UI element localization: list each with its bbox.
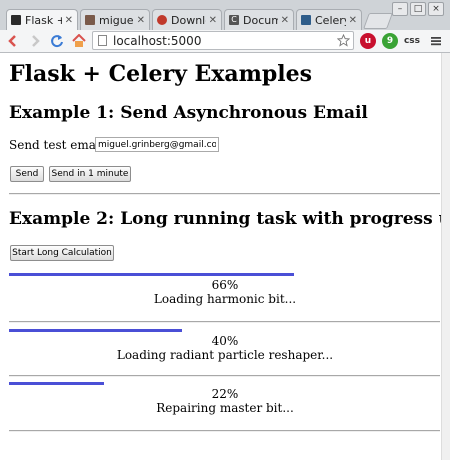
close-icon[interactable]: ✕ (349, 15, 357, 26)
page-icon (98, 35, 107, 46)
window-controls: – □ × (392, 2, 444, 16)
divider (9, 430, 440, 432)
back-arrow-icon (8, 35, 16, 47)
progress-status: Repairing master bit... (156, 401, 294, 415)
progress-bar (9, 382, 441, 386)
progress-status: Loading harmonic bit... (153, 292, 297, 306)
close-icon[interactable]: ✕ (65, 15, 73, 26)
tab-flask[interactable]: Flask + ✕ (6, 9, 78, 30)
tab-label: Downlo (171, 13, 206, 27)
example1-heading: Example 1: Send Asynchronous Email (9, 103, 368, 123)
tab-label: Flask + (25, 13, 62, 27)
green-extension-icon[interactable]: 9 (382, 33, 398, 49)
address-bar[interactable]: localhost:5000 (92, 31, 354, 50)
avatar-icon (85, 15, 95, 25)
home-icon (72, 34, 86, 47)
progress-status: Loading radiant particle reshaper... (116, 348, 334, 362)
progress-percent: 66% (211, 278, 239, 292)
send-later-button[interactable]: Send in 1 minute (49, 166, 131, 182)
progress-fill (9, 382, 104, 385)
email-field[interactable] (95, 137, 219, 152)
browser-window: Flask + ✕ miguel ✕ Downlo ✕ C Docum ✕ Ce… (0, 0, 450, 460)
doc-c-icon: C (229, 15, 239, 25)
tab-label: Celery (315, 13, 346, 27)
divider (9, 193, 440, 195)
tab-label: Docum (243, 13, 278, 27)
doc-page-icon (301, 15, 311, 25)
progress-percent: 40% (211, 334, 239, 348)
progress-bar (9, 329, 441, 333)
vertical-scrollbar[interactable] (441, 53, 450, 460)
send-button[interactable]: Send (10, 166, 44, 182)
divider (9, 375, 440, 377)
forward-button[interactable] (26, 32, 44, 50)
download-icon (157, 15, 167, 25)
close-window-button[interactable]: × (428, 2, 444, 16)
close-icon[interactable]: ✕ (209, 15, 217, 26)
new-tab-button[interactable] (363, 13, 393, 29)
start-calculation-button[interactable]: Start Long Calculation (10, 245, 114, 261)
page-title: Flask + Celery Examples (9, 61, 313, 87)
maximize-button[interactable]: □ (410, 2, 426, 16)
tab-downloads[interactable]: Downlo ✕ (152, 9, 222, 30)
example2-heading: Example 2: Long running task with progre… (9, 209, 441, 229)
reload-button[interactable] (48, 32, 66, 50)
hamburger-menu-icon (431, 37, 441, 46)
tab-documentation[interactable]: C Docum ✕ (224, 9, 294, 30)
tab-miguel[interactable]: miguel ✕ (80, 9, 150, 30)
tab-label: miguel (99, 13, 134, 27)
progress-fill (9, 329, 182, 332)
url-text: localhost:5000 (113, 34, 202, 48)
close-icon[interactable]: ✕ (137, 15, 145, 26)
tab-celery[interactable]: Celery ✕ (296, 9, 362, 30)
forward-arrow-icon (32, 35, 40, 47)
page-content: Flask + Celery Examples Example 1: Send … (0, 53, 441, 460)
minimize-button[interactable]: – (392, 2, 408, 16)
back-button[interactable] (4, 32, 22, 50)
terminal-icon (11, 15, 21, 25)
divider (9, 321, 440, 323)
bookmark-star-icon[interactable] (337, 34, 350, 47)
css-extension-icon[interactable]: css (404, 33, 420, 49)
tab-strip: Flask + ✕ miguel ✕ Downlo ✕ C Docum ✕ Ce… (0, 0, 450, 30)
home-button[interactable] (70, 32, 88, 50)
menu-button[interactable] (428, 33, 444, 49)
progress-percent: 22% (211, 387, 239, 401)
utorrent-extension-icon[interactable]: u (360, 33, 376, 49)
progress-fill (9, 273, 294, 276)
progress-bar (9, 273, 441, 277)
reload-icon (51, 35, 63, 48)
browser-toolbar: localhost:5000 u 9 css (0, 30, 450, 53)
close-icon[interactable]: ✕ (281, 15, 289, 26)
